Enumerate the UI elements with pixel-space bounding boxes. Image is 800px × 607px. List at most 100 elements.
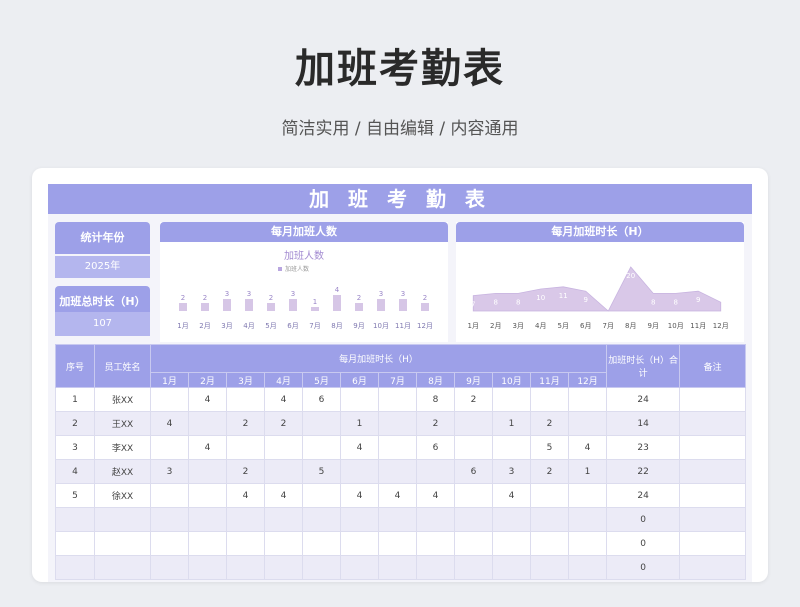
cell-month-hours[interactable] — [188, 531, 227, 556]
cell-month-hours[interactable] — [302, 411, 341, 436]
cell-month-hours[interactable] — [340, 531, 379, 556]
cell-remark[interactable] — [679, 507, 747, 532]
cell-name[interactable]: 徐XX — [94, 483, 151, 508]
cell-total[interactable]: 14 — [606, 411, 681, 436]
cell-month-hours[interactable] — [264, 507, 303, 532]
cell-month-hours[interactable] — [492, 555, 531, 580]
cell-month-hours[interactable]: 2 — [264, 411, 303, 436]
cell-month-hours[interactable]: 4 — [264, 387, 303, 412]
monthly-hours-chart[interactable]: 每月加班时长（H） 7 1月 8 2月 8 3月 10 4月 11 5月 9 6月 7月 20 8月 8 9月 8… — [456, 222, 744, 342]
cell-month-hours[interactable] — [567, 387, 608, 412]
cell-month-hours[interactable] — [188, 507, 227, 532]
cell-month-hours[interactable] — [340, 459, 379, 484]
cell-month-hours[interactable] — [378, 435, 417, 460]
cell-month-hours[interactable] — [416, 555, 455, 580]
cell-month-hours[interactable]: 2 — [416, 411, 455, 436]
cell-month-hours[interactable] — [378, 387, 417, 412]
cell-name[interactable] — [94, 531, 151, 556]
cell-month-hours[interactable] — [150, 483, 189, 508]
cell-month-hours[interactable] — [150, 387, 189, 412]
cell-month-hours[interactable] — [416, 459, 455, 484]
cell-month-hours[interactable] — [530, 387, 569, 412]
cell-month-hours[interactable]: 4 — [378, 483, 417, 508]
cell-no[interactable] — [55, 555, 95, 580]
cell-name[interactable]: 赵XX — [94, 459, 151, 484]
cell-month-hours[interactable] — [378, 459, 417, 484]
cell-month-hours[interactable] — [416, 531, 455, 556]
cell-name[interactable]: 王XX — [94, 411, 151, 436]
cell-no[interactable] — [55, 531, 95, 556]
cell-total[interactable]: 24 — [606, 483, 681, 508]
cell-month-hours[interactable] — [264, 459, 303, 484]
cell-month-hours[interactable] — [302, 435, 341, 460]
cell-no[interactable]: 2 — [55, 411, 95, 436]
cell-month-hours[interactable]: 2 — [226, 411, 265, 436]
cell-month-hours[interactable] — [340, 555, 379, 580]
cell-total[interactable]: 24 — [606, 387, 681, 412]
cell-month-hours[interactable] — [567, 507, 608, 532]
cell-name[interactable] — [94, 507, 151, 532]
cell-month-hours[interactable] — [188, 483, 227, 508]
cell-month-hours[interactable] — [302, 531, 341, 556]
cell-month-hours[interactable]: 5 — [302, 459, 341, 484]
cell-no[interactable]: 4 — [55, 459, 95, 484]
cell-month-hours[interactable] — [188, 411, 227, 436]
cell-remark[interactable] — [679, 435, 747, 460]
cell-month-hours[interactable]: 3 — [150, 459, 189, 484]
cell-month-hours[interactable] — [150, 435, 189, 460]
cell-no[interactable] — [55, 507, 95, 532]
cell-total[interactable]: 0 — [606, 531, 681, 556]
cell-month-hours[interactable] — [226, 435, 265, 460]
cell-month-hours[interactable]: 4 — [188, 435, 227, 460]
cell-month-hours[interactable]: 6 — [302, 387, 341, 412]
cell-name[interactable]: 张XX — [94, 387, 151, 412]
cell-month-hours[interactable] — [416, 507, 455, 532]
cell-month-hours[interactable] — [150, 531, 189, 556]
cell-month-hours[interactable] — [567, 483, 608, 508]
cell-month-hours[interactable] — [454, 555, 493, 580]
cell-total[interactable]: 22 — [606, 459, 681, 484]
cell-month-hours[interactable]: 4 — [340, 483, 379, 508]
cell-month-hours[interactable] — [302, 483, 341, 508]
cell-month-hours[interactable]: 4 — [150, 411, 189, 436]
cell-month-hours[interactable]: 4 — [226, 483, 265, 508]
cell-month-hours[interactable] — [454, 435, 493, 460]
cell-month-hours[interactable] — [302, 507, 341, 532]
cell-month-hours[interactable] — [530, 483, 569, 508]
cell-month-hours[interactable]: 4 — [188, 387, 227, 412]
cell-total[interactable]: 23 — [606, 435, 681, 460]
cell-month-hours[interactable]: 8 — [416, 387, 455, 412]
cell-month-hours[interactable] — [567, 531, 608, 556]
cell-month-hours[interactable]: 4 — [567, 435, 608, 460]
cell-remark[interactable] — [679, 531, 747, 556]
cell-month-hours[interactable] — [378, 411, 417, 436]
cell-month-hours[interactable]: 2 — [226, 459, 265, 484]
cell-month-hours[interactable]: 4 — [492, 483, 531, 508]
cell-total[interactable]: 0 — [606, 555, 681, 580]
cell-month-hours[interactable] — [188, 555, 227, 580]
cell-remark[interactable] — [679, 387, 747, 412]
cell-month-hours[interactable] — [567, 555, 608, 580]
cell-no[interactable]: 5 — [55, 483, 95, 508]
cell-month-hours[interactable] — [530, 507, 569, 532]
cell-month-hours[interactable]: 6 — [416, 435, 455, 460]
cell-month-hours[interactable] — [567, 411, 608, 436]
cell-month-hours[interactable]: 1 — [567, 459, 608, 484]
cell-month-hours[interactable] — [150, 507, 189, 532]
cell-month-hours[interactable] — [226, 387, 265, 412]
cell-name[interactable] — [94, 555, 151, 580]
cell-month-hours[interactable]: 4 — [264, 483, 303, 508]
cell-month-hours[interactable] — [492, 507, 531, 532]
cell-month-hours[interactable] — [226, 555, 265, 580]
cell-month-hours[interactable] — [454, 411, 493, 436]
cell-remark[interactable] — [679, 483, 747, 508]
cell-month-hours[interactable] — [530, 531, 569, 556]
cell-name[interactable]: 李XX — [94, 435, 151, 460]
cell-month-hours[interactable]: 2 — [530, 411, 569, 436]
cell-month-hours[interactable]: 1 — [340, 411, 379, 436]
cell-month-hours[interactable]: 6 — [454, 459, 493, 484]
cell-month-hours[interactable]: 5 — [530, 435, 569, 460]
cell-month-hours[interactable] — [188, 459, 227, 484]
cell-month-hours[interactable] — [226, 531, 265, 556]
cell-month-hours[interactable] — [226, 507, 265, 532]
